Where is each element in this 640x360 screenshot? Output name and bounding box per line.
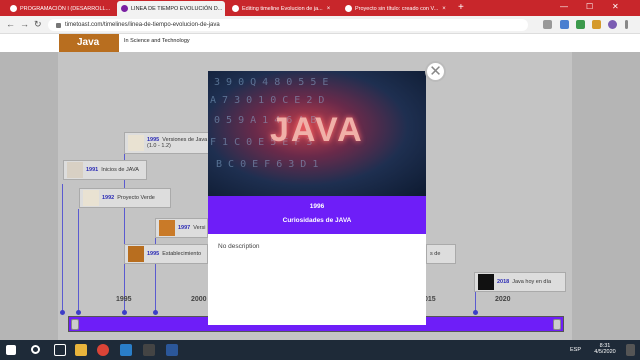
java-thumbnail-icon [83, 190, 99, 206]
app-icon[interactable] [120, 344, 132, 356]
tab-favicon-icon [121, 5, 128, 12]
event-card-versiones[interactable]: 1995 Versiones de Java (1.0 - 1.2) [124, 132, 216, 154]
java-banner-text: JAVA [270, 111, 364, 149]
tab-proyecto-sin-titulo[interactable]: Proyecto sin título: creado con V... × [341, 1, 453, 16]
java-thumbnail-icon [67, 162, 83, 178]
windows-taskbar: ESP 8:31 4/5/2020 [0, 340, 640, 360]
axis-label: 1995 [116, 296, 132, 303]
tab-strip: PROGRAMACIÓN I (DESARROLL... × LINEA DE … [0, 0, 640, 16]
event-label: Java hoy en día [512, 279, 552, 285]
timeline-header: Java In Science and Technology [0, 34, 640, 52]
forward-icon[interactable]: → [20, 19, 29, 29]
word-icon[interactable] [166, 344, 178, 356]
tab-programacion[interactable]: PROGRAMACIÓN I (DESARROLL... × [6, 1, 114, 16]
profile-avatar-icon[interactable] [608, 20, 617, 29]
event-label: Inicios de JAVA [101, 167, 139, 173]
modal-header: 1996 Curiosidades de JAVA [208, 196, 426, 234]
window-close-button[interactable]: ✕ [612, 2, 619, 11]
task-view-icon[interactable] [54, 344, 66, 356]
address-bar: ← → ↻ timetoast.com/timelines/linea-de-t… [0, 16, 640, 34]
minimize-button[interactable]: — [560, 2, 568, 11]
url-field[interactable]: timetoast.com/timelines/linea-de-tiempo-… [48, 19, 528, 31]
tab-close-icon[interactable]: × [442, 6, 446, 12]
event-year: 1995 [147, 251, 160, 257]
java-thumbnail-icon [128, 246, 144, 262]
url-text: timetoast.com/timelines/linea-de-tiempo-… [65, 22, 220, 28]
axis-label: 2000 [191, 296, 207, 303]
modal-description: No description [218, 243, 260, 250]
event-card-versiones-1997[interactable]: 1997 Versi [155, 218, 208, 238]
lock-icon [56, 22, 61, 28]
event-year: 2018 [497, 279, 510, 285]
extension-icon[interactable] [560, 20, 569, 29]
event-dot[interactable] [76, 310, 81, 315]
menu-icon[interactable] [625, 20, 628, 29]
keyboard-language[interactable]: ESP [570, 347, 581, 353]
event-label: Proyecto Verde [117, 195, 155, 201]
extension-icon[interactable] [592, 20, 601, 29]
java-thumbnail-icon [478, 274, 494, 290]
java-thumbnail-icon [128, 135, 144, 151]
extension-icon[interactable] [576, 20, 585, 29]
slider-right-handle[interactable] [553, 319, 561, 330]
event-card-java-hoy[interactable]: 2018 Java hoy en día [474, 272, 566, 292]
event-stem [78, 209, 79, 312]
maximize-button[interactable]: ☐ [586, 2, 593, 11]
event-card-inicios[interactable]: 1991 Inicios de JAVA [63, 160, 147, 180]
tab-label: LINEA DE TIEMPO EVOLUCIÓN D... [131, 5, 223, 12]
event-sublabel: (1.0 - 1.2) [147, 143, 171, 149]
back-icon[interactable]: ← [6, 19, 15, 29]
tab-favicon-icon [345, 5, 352, 12]
event-year: 1992 [102, 195, 115, 201]
slider-left-handle[interactable] [71, 319, 79, 330]
timeline-logo: Java [59, 34, 119, 52]
event-card-proyecto-verde[interactable]: 1992 Proyecto Verde [79, 188, 171, 208]
close-icon[interactable]: ✕ [425, 61, 446, 82]
modal-title: Curiosidades de JAVA [282, 217, 352, 224]
windows-start-icon[interactable] [6, 345, 16, 355]
event-dot[interactable] [473, 310, 478, 315]
event-year: 1997 [178, 225, 191, 231]
event-label: s de [430, 251, 441, 257]
reload-icon[interactable]: ↻ [34, 19, 42, 30]
event-year: 1991 [86, 167, 99, 173]
chrome-icon[interactable] [97, 344, 109, 356]
java-thumbnail-icon [159, 220, 175, 236]
event-label: Versi [193, 225, 206, 231]
notifications-icon[interactable] [626, 344, 635, 356]
file-explorer-icon[interactable] [75, 344, 87, 356]
modal-year: 1996 [309, 203, 325, 210]
event-stem [475, 292, 476, 312]
event-card-partial[interactable]: s de [426, 244, 456, 264]
event-modal: 3 9 0 Q 4 8 0 5 5 E A 7 3 0 1 0 C E 2 D … [208, 71, 426, 325]
tab-close-icon[interactable]: × [327, 6, 331, 12]
event-dot[interactable] [122, 310, 127, 315]
search-icon[interactable] [31, 345, 40, 354]
app-icon[interactable] [143, 344, 155, 356]
event-label: Establecimiento [162, 251, 202, 257]
timeline-subtitle: In Science and Technology [124, 38, 190, 44]
clock-date: 4/5/2020 [594, 349, 616, 355]
tab-favicon-icon [232, 5, 239, 12]
new-tab-button[interactable]: + [458, 2, 464, 13]
axis-label: 2020 [495, 296, 511, 303]
event-dot[interactable] [153, 310, 158, 315]
tab-label: PROGRAMACIÓN I (DESARROLL... [20, 5, 111, 12]
tab-label: Editing timeline Evolucion de ja... [242, 5, 323, 12]
tab-label: Proyecto sin título: creado con V... [355, 5, 439, 12]
tab-linea-de-tiempo[interactable]: LINEA DE TIEMPO EVOLUCIÓN D... × [117, 1, 225, 16]
star-icon[interactable] [543, 20, 552, 29]
java-banner-image: 3 9 0 Q 4 8 0 5 5 E A 7 3 0 1 0 C E 2 D … [208, 71, 426, 196]
event-card-establecimiento[interactable]: 1995 Establecimiento [124, 244, 208, 264]
tab-editing-timeline[interactable]: Editing timeline Evolucion de ja... × [228, 1, 336, 16]
event-stem [62, 184, 63, 312]
clock[interactable]: 8:31 4/5/2020 [588, 343, 622, 355]
tab-favicon-icon [10, 5, 17, 12]
event-dot[interactable] [60, 310, 65, 315]
